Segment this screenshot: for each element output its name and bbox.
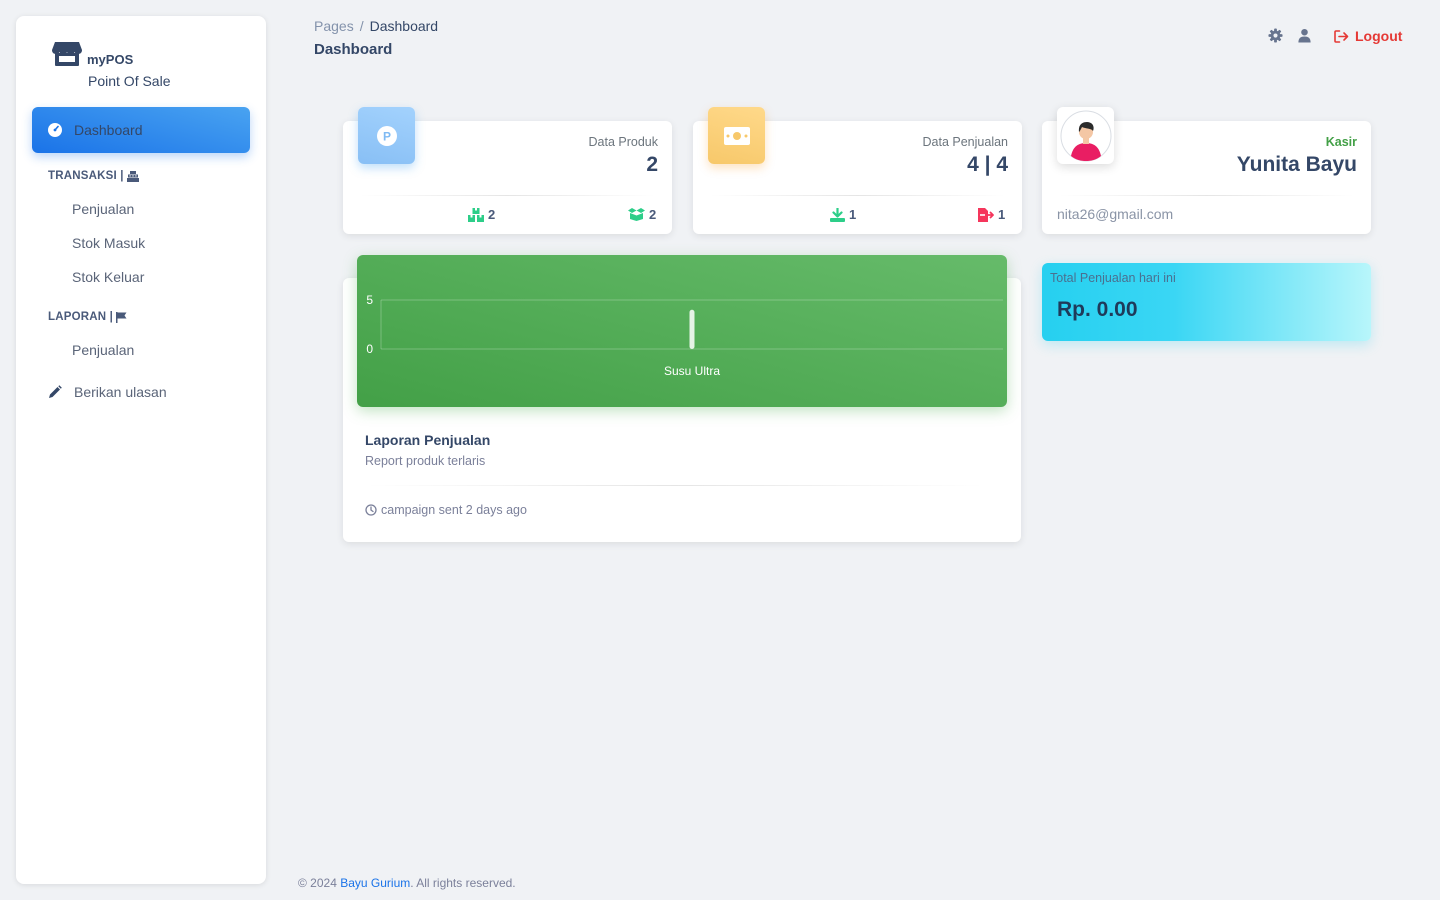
sidebar-item-stok-masuk[interactable]: Stok Masuk — [72, 235, 145, 251]
stat-label: Data Produk — [588, 135, 658, 149]
chart-card-footer: campaign sent 2 days ago — [365, 503, 527, 517]
section-label: LAPORAN | — [48, 311, 114, 323]
pencil-icon — [49, 385, 62, 398]
y-tick-label: 0 — [366, 342, 373, 356]
download-icon — [830, 207, 845, 222]
penjualan-icon-box — [708, 107, 765, 164]
chart-area: 5 0 Susu Ultra — [357, 255, 1007, 407]
sidebar-item-dashboard[interactable]: Dashboard — [32, 107, 250, 153]
logout-button[interactable]: Logout — [1334, 28, 1402, 44]
breadcrumb-current: Dashboard — [369, 18, 439, 34]
footer-suffix: . All rights reserved. — [410, 876, 516, 890]
bar — [689, 309, 695, 349]
produk-icon-letter: P — [382, 129, 390, 143]
x-tick-label: Susu Ultra — [664, 364, 720, 378]
money-bill-icon — [723, 126, 750, 145]
sidebar-item-penjualan[interactable]: Penjualan — [72, 201, 134, 217]
file-export-icon — [978, 207, 994, 222]
flag-icon — [116, 311, 127, 323]
avatar[interactable] — [1057, 107, 1114, 164]
gauge-icon — [48, 123, 62, 137]
card-data-produk: P Data Produk 2 2 2 — [343, 107, 672, 234]
footer: © 2024 Bayu Gurium. All rights reserved. — [298, 876, 516, 890]
penjualan-out-count: 1 — [978, 207, 1005, 222]
footer-author-link[interactable]: Bayu Gurium — [340, 876, 410, 890]
sidebar: myPOS Point Of Sale Dashboard TRANSAKSI … — [16, 16, 266, 884]
produk-stock-count: 2 — [468, 207, 495, 222]
penjualan-in-count: 1 — [830, 207, 856, 222]
chart-card-title: Laporan Penjualan — [365, 432, 491, 448]
card-data-penjualan: Data Penjualan 4 | 4 1 1 — [693, 107, 1022, 234]
page-title: Dashboard — [314, 41, 393, 58]
divider — [359, 195, 656, 196]
header-actions — [1268, 28, 1326, 43]
produk-foot-right: 2 — [649, 207, 657, 222]
penjualan-foot-left: 1 — [849, 207, 857, 222]
penjualan-foot-right: 1 — [998, 207, 1006, 222]
y-tick-label: 5 — [366, 293, 373, 307]
chart-footer-text: campaign sent 2 days ago — [381, 503, 527, 517]
breadcrumb-separator: / — [359, 18, 364, 34]
produk-foot-left: 2 — [488, 207, 496, 222]
total-value: Rp. 0.00 — [1057, 298, 1138, 321]
breadcrumb-root[interactable]: Pages — [314, 18, 354, 34]
boxes-icon — [468, 207, 484, 222]
total-label: Total Penjualan hari ini — [1050, 271, 1176, 285]
chart-card-subtitle: Report produk terlaris — [365, 454, 486, 468]
sidebar-item-label: Berikan ulasan — [74, 384, 167, 400]
brand-subtitle: Point Of Sale — [88, 73, 171, 89]
brand-title: myPOS — [87, 52, 134, 67]
user-avatar-icon — [1060, 110, 1111, 161]
profile-role: Kasir — [1325, 135, 1357, 149]
gear-icon[interactable] — [1268, 28, 1283, 43]
sign-out-icon — [1334, 29, 1349, 43]
divider — [709, 195, 1006, 196]
section-transaksi: TRANSAKSI | — [48, 170, 139, 182]
profile-email: nita26@gmail.com — [1057, 206, 1174, 222]
stat-label: Data Penjualan — [922, 135, 1008, 149]
sidebar-item-laporan-penjualan[interactable]: Penjualan — [72, 342, 134, 358]
stat-value: 2 — [646, 153, 658, 176]
sidebar-item-berikan-ulasan[interactable]: Berikan ulasan — [48, 384, 167, 400]
produk-icon-box: P — [358, 107, 415, 164]
sidebar-item-label: Dashboard — [74, 122, 143, 138]
logout-label: Logout — [1355, 28, 1403, 44]
cash-register-icon — [126, 170, 139, 182]
user-icon[interactable] — [1297, 28, 1312, 43]
store-icon — [52, 42, 82, 66]
divider — [365, 485, 985, 486]
section-label: TRANSAKSI | — [48, 170, 124, 182]
parking-icon: P — [376, 125, 397, 146]
footer-prefix: © 2024 — [298, 876, 341, 890]
clock-icon — [365, 504, 377, 516]
profile-name: Yunita Bayu — [1236, 153, 1357, 176]
divider — [1058, 195, 1355, 196]
section-laporan: LAPORAN | — [48, 311, 127, 323]
bar-chart: 5 0 Susu Ultra — [366, 293, 1003, 378]
stat-value: 4 | 4 — [967, 153, 1008, 176]
breadcrumb: Pages / Dashboard — [314, 18, 438, 34]
box-open-icon — [628, 208, 645, 221]
card-profile: Kasir Yunita Bayu nita26@gmail.com — [1042, 107, 1371, 234]
produk-open-count: 2 — [628, 207, 656, 222]
total-sales-card: Total Penjualan hari ini Rp. 0.00 — [1042, 263, 1371, 341]
sidebar-item-stok-keluar[interactable]: Stok Keluar — [72, 269, 144, 285]
